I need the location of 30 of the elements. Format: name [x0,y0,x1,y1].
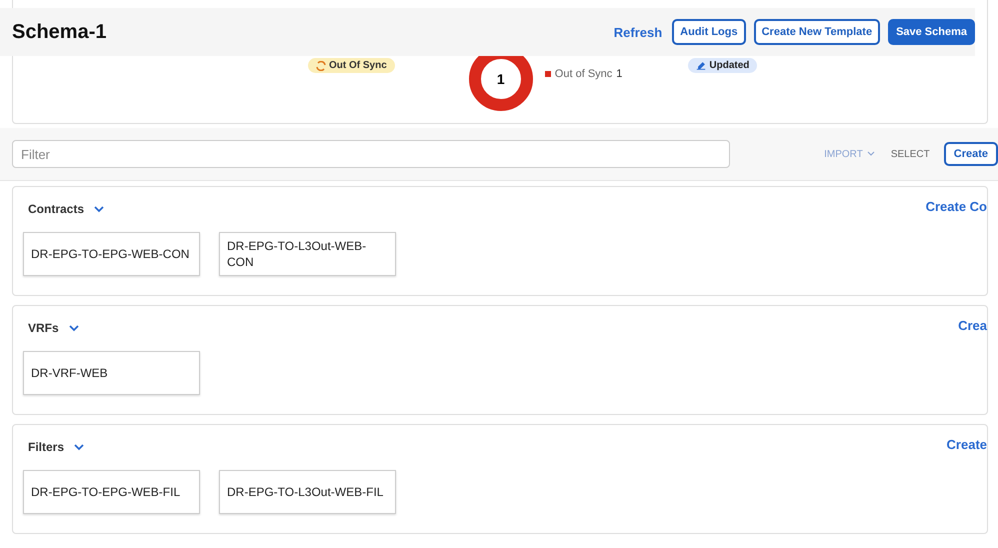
object-tile[interactable]: DR-EPG-TO-L3Out-WEB-CON [219,232,396,276]
header-button[interactable]: Save Schema [888,19,975,45]
header-button[interactable]: Audit Logs [672,19,746,45]
chevron-icon[interactable] [68,324,79,332]
create-link[interactable]: Crea [958,318,987,332]
create-button[interactable]: Create [944,142,998,166]
create-link[interactable]: Create Co [926,198,987,214]
refresh-link[interactable]: Refresh [614,24,662,40]
section-title: Filters [28,440,64,454]
chevron-icon[interactable] [74,444,84,450]
filter-field[interactable]: Filter [12,140,730,168]
object-tile[interactable]: DR-EPG-TO-EPG-WEB-FIL [23,470,200,514]
sync-status-badge: Out Of Sync [308,58,395,73]
select-button[interactable]: SELECT [888,146,932,162]
legend-count: 1 [616,68,622,80]
object-tile[interactable]: DR-VRF-WEB [23,351,200,395]
header-button[interactable]: Create New Template [754,19,880,45]
caret-icon [866,151,875,157]
sync-icon [316,60,326,70]
edit-icon [696,60,706,70]
section-title: Contracts [28,202,84,216]
create-link[interactable]: Create [946,436,987,452]
donut-center-count: 1 [496,72,505,86]
section-title: VRFs [28,321,59,335]
object-tile[interactable]: DR-EPG-TO-EPG-WEB-CON [23,232,200,276]
page-title: Schema-1 [12,20,106,44]
deploy-status-badge: Updated [688,58,758,73]
chevron-icon[interactable] [94,206,104,212]
legend-label: Out of Sync [554,68,612,80]
object-tile[interactable]: DR-EPG-TO-L3Out-WEB-FIL [219,470,396,514]
